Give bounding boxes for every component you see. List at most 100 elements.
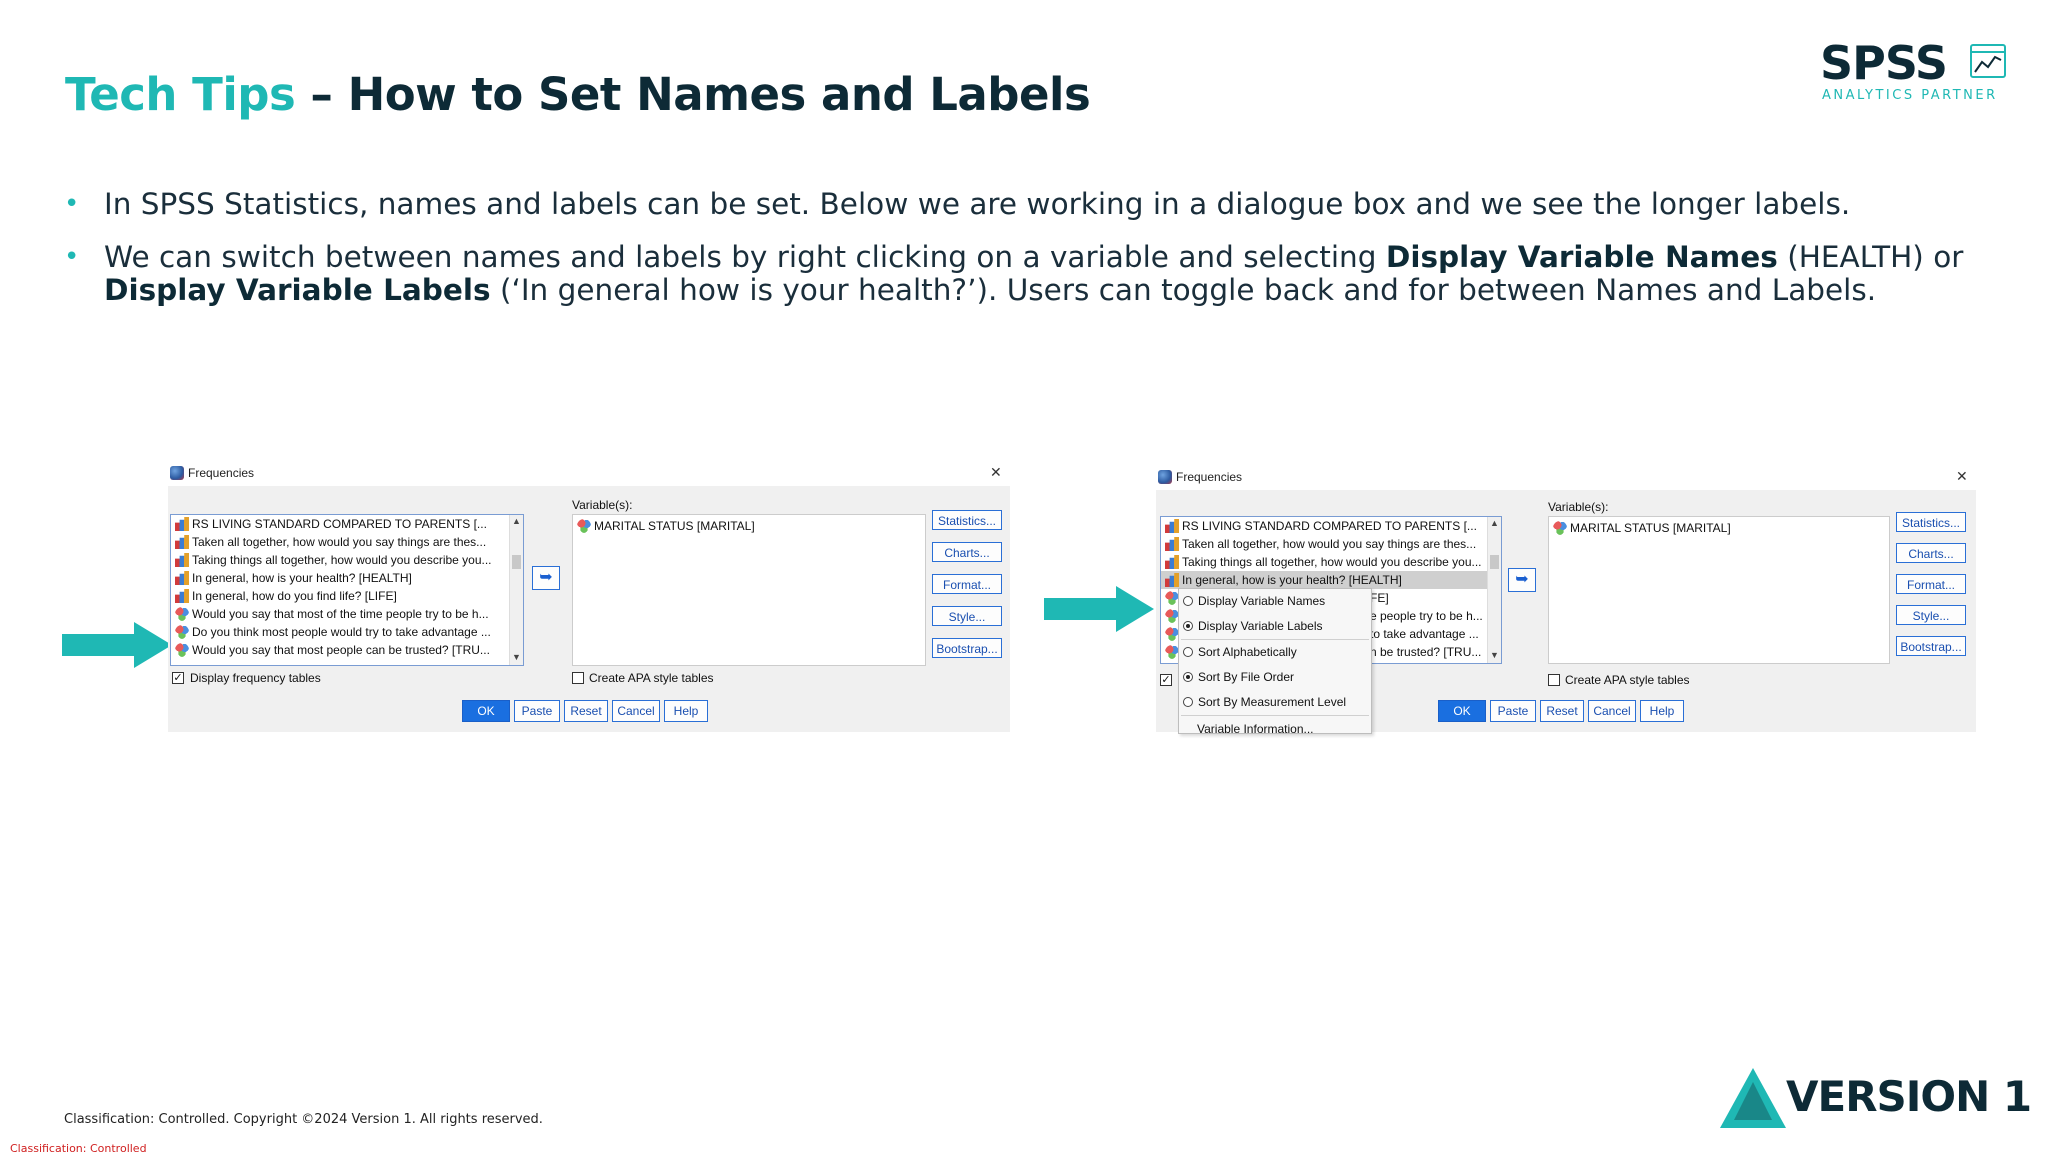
display-frequency-checkbox[interactable]: ✓	[172, 672, 184, 684]
style-button[interactable]: Style...	[1896, 605, 1966, 625]
list-item[interactable]: In general, how is your health? [HEALTH]	[175, 569, 412, 587]
source-variable-list[interactable]: RS LIVING STANDARD COMPARED TO PARENTS […	[170, 514, 524, 666]
list-item[interactable]: RS LIVING STANDARD COMPARED TO PARENTS […	[1165, 517, 1477, 535]
paste-button[interactable]: Paste	[514, 700, 560, 722]
list-item[interactable]: Taking things all together, how would yo…	[1165, 553, 1482, 571]
scroll-up-icon[interactable]: ▲	[510, 515, 523, 528]
variable-label: Taking things all together, how would yo…	[192, 553, 492, 567]
bullet-1: • In SPSS Statistics, names and labels c…	[64, 188, 2004, 228]
bullet-2-bold-names: Display Variable Names	[1385, 240, 1778, 274]
bullet-2-part-3: (‘In general how is your health?’). User…	[490, 273, 1877, 307]
variable-label: In general, how is your health? [HEALTH]	[1182, 573, 1402, 587]
bullet-dot-icon: •	[64, 242, 80, 272]
variable-label: Taken all together, how would you say th…	[192, 535, 487, 549]
bullet-2-text: We can switch between names and labels b…	[104, 241, 2004, 307]
list-item[interactable]: MARITAL STATUS [MARITAL]	[577, 517, 755, 535]
list-item[interactable]: RS LIVING STANDARD COMPARED TO PARENTS […	[175, 515, 487, 533]
title-rest: – How to Set Names and Labels	[295, 68, 1091, 121]
dialog-title: Frequencies	[188, 466, 255, 480]
bullet-2: • We can switch between names and labels…	[64, 241, 2004, 321]
slide-title: Tech Tips – How to Set Names and Labels	[65, 68, 1091, 121]
nominal-variable-icon	[1165, 627, 1179, 641]
scroll-thumb[interactable]	[512, 555, 521, 569]
ok-button[interactable]: OK	[462, 700, 510, 722]
menu-item-variable-information[interactable]: Variable Information...	[1197, 717, 1314, 733]
menu-item-label: Sort By File Order	[1198, 670, 1295, 684]
bullet-2-bold-labels: Display Variable Labels	[104, 273, 491, 307]
variable-label: In general, how do you find life? [LIFE]	[192, 589, 397, 603]
apa-style-checkbox[interactable]	[572, 672, 584, 684]
variable-label: RS LIVING STANDARD COMPARED TO PARENTS […	[1182, 519, 1477, 533]
list-item[interactable]: Would you say that most people can be tr…	[175, 641, 490, 659]
menu-item-sort-alphabetically[interactable]: Sort Alphabetically	[1183, 640, 1297, 664]
format-button[interactable]: Format...	[1896, 574, 1966, 594]
scale-variable-icon	[1165, 519, 1179, 533]
format-button[interactable]: Format...	[932, 574, 1002, 594]
cancel-button[interactable]: Cancel	[612, 700, 660, 722]
bootstrap-button[interactable]: Bootstrap...	[1896, 636, 1966, 656]
style-button[interactable]: Style...	[932, 606, 1002, 626]
radio-off-icon	[1183, 596, 1193, 606]
variable-label: FE]	[1370, 591, 1389, 605]
list-item[interactable]: In general, how do you find life? [LIFE]	[175, 587, 397, 605]
list-item-selected[interactable]: In general, how is your health? [HEALTH]	[1161, 571, 1487, 589]
list-item[interactable]: Taken all together, how would you say th…	[175, 533, 486, 551]
move-variable-button[interactable]: ➥	[1508, 568, 1536, 592]
target-variable-list[interactable]: MARITAL STATUS [MARITAL]	[1548, 516, 1890, 664]
scale-variable-icon	[1165, 537, 1179, 551]
display-frequency-checkbox[interactable]: ✓	[1160, 674, 1172, 686]
reset-button[interactable]: Reset	[564, 700, 608, 722]
target-variable-list[interactable]: MARITAL STATUS [MARITAL]	[572, 514, 926, 666]
variable-label: MARITAL STATUS [MARITAL]	[1570, 521, 1731, 535]
list-item[interactable]: Would you say that most of the time peop…	[175, 605, 489, 623]
bullet-1-text: In SPSS Statistics, names and labels can…	[104, 187, 1851, 221]
variable-label: to take advantage ...	[1370, 627, 1479, 641]
menu-item-label: Display Variable Names	[1198, 594, 1326, 608]
reset-button[interactable]: Reset	[1540, 700, 1584, 722]
apa-style-label: Create APA style tables	[1565, 673, 1690, 687]
statistics-button[interactable]: Statistics...	[932, 510, 1002, 530]
variable-label: RS LIVING STANDARD COMPARED TO PARENTS […	[192, 517, 487, 531]
variables-header: Variable(s):	[572, 498, 633, 512]
scrollbar[interactable]: ▲ ▼	[1487, 517, 1501, 663]
arrow-right-icon: ➥	[1515, 571, 1529, 588]
list-item[interactable]: Do you think most people would try to ta…	[175, 623, 491, 641]
statistics-button[interactable]: Statistics...	[1896, 512, 1966, 532]
apa-style-checkbox[interactable]	[1548, 674, 1560, 686]
menu-item-label: Sort By Measurement Level	[1198, 695, 1347, 709]
close-icon[interactable]: ✕	[990, 464, 1002, 481]
radio-off-icon	[1183, 697, 1193, 707]
scroll-down-icon[interactable]: ▼	[510, 651, 523, 664]
spss-analytics-partner-logo: SPSS ANALYTICS PARTNER	[1820, 40, 2008, 108]
cancel-button[interactable]: Cancel	[1588, 700, 1636, 722]
charts-button[interactable]: Charts...	[1896, 543, 1966, 563]
menu-item-sort-file-order[interactable]: Sort By File Order	[1183, 665, 1294, 689]
move-variable-button[interactable]: ➥	[532, 566, 560, 590]
help-button[interactable]: Help	[664, 700, 708, 722]
bullet-dot-icon: •	[64, 189, 80, 219]
list-item[interactable]: Taken all together, how would you say th…	[1165, 535, 1476, 553]
list-item[interactable]: MARITAL STATUS [MARITAL]	[1553, 519, 1731, 537]
scroll-up-icon[interactable]: ▲	[1488, 517, 1501, 530]
bootstrap-button[interactable]: Bootstrap...	[932, 638, 1002, 658]
scrollbar[interactable]: ▲ ▼	[509, 515, 523, 665]
menu-item-display-names[interactable]: Display Variable Names	[1183, 589, 1325, 613]
paste-button[interactable]: Paste	[1490, 700, 1536, 722]
menu-item-display-labels[interactable]: Display Variable Labels	[1183, 614, 1323, 638]
charts-button[interactable]: Charts...	[932, 542, 1002, 562]
menu-item-sort-measurement-level[interactable]: Sort By Measurement Level	[1183, 690, 1346, 714]
scale-variable-icon	[1165, 555, 1179, 569]
spss-app-icon	[1158, 470, 1172, 484]
nominal-variable-icon	[1553, 521, 1567, 535]
scroll-thumb[interactable]	[1490, 555, 1499, 569]
variables-header: Variable(s):	[1548, 500, 1609, 514]
help-button[interactable]: Help	[1640, 700, 1684, 722]
ok-button[interactable]: OK	[1438, 700, 1486, 722]
scroll-down-icon[interactable]: ▼	[1488, 649, 1501, 662]
list-item[interactable]: Taking things all together, how would yo…	[175, 551, 492, 569]
spss-app-icon	[170, 466, 184, 480]
menu-item-label: Display Variable Labels	[1198, 619, 1323, 633]
close-icon[interactable]: ✕	[1956, 468, 1968, 485]
variable-label: n be trusted? [TRU...	[1370, 645, 1482, 659]
nominal-variable-icon	[175, 607, 189, 621]
